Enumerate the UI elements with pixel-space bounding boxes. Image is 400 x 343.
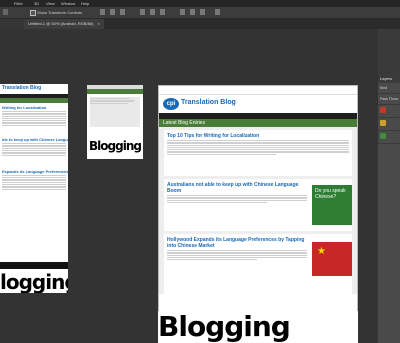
left-post-2: ble to keep up with Chinese Language (0, 129, 68, 159)
left-post-3: Expands its Language Preferences by Tap (0, 159, 68, 193)
layer-row-green[interactable] (378, 131, 400, 144)
blog-site-title: Translation Blog (181, 99, 236, 106)
document-tab-bar: Untitled-1 @ 50% (Android, RGB/8#) × (0, 19, 400, 29)
align-tools (100, 9, 230, 16)
artboard-thumbnail[interactable]: Blogging (87, 85, 143, 159)
blend-mode-row[interactable]: Pass Throu (378, 94, 400, 105)
tab-label: Untitled-1 @ 50% (Android, RGB/8#) (28, 21, 94, 26)
layer-row-red[interactable] (378, 105, 400, 118)
left-site-title: Translation Blog (2, 85, 42, 91)
auto-align-icon[interactable] (215, 9, 220, 15)
move-tool-icon[interactable] (3, 9, 8, 15)
post-title-3[interactable]: Hollywood Expands its Language Preferenc… (167, 237, 307, 249)
options-bar: Show Transform Controls (0, 7, 400, 19)
layer-row-yellow[interactable] (378, 118, 400, 131)
eye-icon[interactable] (380, 107, 386, 113)
tab-previous[interactable] (0, 19, 26, 29)
sign-text: Do you speak Chinese? (315, 188, 346, 200)
menu-view[interactable]: View (46, 0, 55, 7)
left-logo-row: Translation Blog (0, 84, 68, 94)
align-right-icon[interactable] (120, 9, 125, 15)
blog-posts: Top 10 Tips for Writing for Localization… (159, 127, 357, 294)
eye-icon[interactable] (380, 120, 386, 126)
close-icon[interactable]: × (98, 21, 100, 26)
canvas-area[interactable]: Translation Blog Writing for Localizatio… (0, 29, 378, 343)
latest-entries-header: Latest Blog Entries (159, 119, 357, 127)
left-post-title-2[interactable]: ble to keep up with Chinese Language (2, 137, 68, 142)
layers-panel: Layers Kind Pass Throu (378, 75, 400, 343)
menu-filter[interactable]: Filter (14, 0, 23, 7)
filter-kind-label: Kind (380, 86, 388, 90)
show-transform-checkbox[interactable] (30, 10, 36, 16)
left-post-title-3[interactable]: Expands its Language Preferences by Tap (2, 169, 68, 174)
artboard-center[interactable]: cpi Translation Blog Latest Blog Entries… (158, 85, 358, 343)
blog-logo-row: cpi Translation Blog (159, 95, 357, 113)
star-icon: ★ (317, 246, 326, 257)
artboard-left[interactable]: Translation Blog Writing for Localizatio… (0, 84, 68, 286)
align-center-icon[interactable] (110, 9, 115, 15)
left-post-1: Writing for Localization (0, 103, 68, 129)
distribute-icon[interactable] (180, 9, 185, 15)
menu-window[interactable]: Window (61, 0, 75, 7)
thumb-content (90, 97, 140, 127)
blog-post-3: Hollywood Expands its Language Preferenc… (164, 234, 352, 294)
distribute-h-icon[interactable] (190, 9, 195, 15)
thumb-blogging-text: Blogging (87, 135, 143, 157)
speak-chinese-image: Do you speak Chinese? (312, 185, 352, 225)
left-taskbar (0, 262, 68, 269)
blog-post-2: Australians not able to keep up with Chi… (164, 179, 352, 231)
blend-mode-label: Pass Throu (380, 97, 398, 101)
china-flag-image: ★ (312, 242, 352, 276)
blog-post-1: Top 10 Tips for Writing for Localization (164, 130, 352, 176)
tab-untitled-1[interactable]: Untitled-1 @ 50% (Android, RGB/8#) × (24, 19, 104, 29)
distribute-v-icon[interactable] (200, 9, 205, 15)
browser-bar (159, 86, 357, 95)
left-post-title-1[interactable]: Writing for Localization (2, 105, 66, 110)
post-title-2[interactable]: Australians not able to keep up with Chi… (167, 182, 307, 194)
eye-icon[interactable] (380, 133, 386, 139)
align-middle-icon[interactable] (150, 9, 155, 15)
menu-bar: Filter 3D View Window Help (0, 0, 400, 7)
align-bottom-icon[interactable] (160, 9, 165, 15)
cpi-logo: cpi (163, 98, 179, 110)
align-left-icon[interactable] (100, 9, 105, 15)
layers-panel-title: Layers (378, 75, 400, 83)
show-transform-label: Show Transform Controls (37, 10, 83, 15)
left-blogging-text: logging (0, 271, 68, 293)
post-title-1[interactable]: Top 10 Tips for Writing for Localization (167, 133, 349, 139)
center-blogging-text: Blogging (158, 311, 358, 343)
thumb-header (87, 89, 143, 94)
layer-filter-row[interactable]: Kind (378, 83, 400, 94)
align-top-icon[interactable] (140, 9, 145, 15)
menu-3d[interactable]: 3D (34, 0, 39, 7)
menu-help[interactable]: Help (81, 0, 89, 7)
